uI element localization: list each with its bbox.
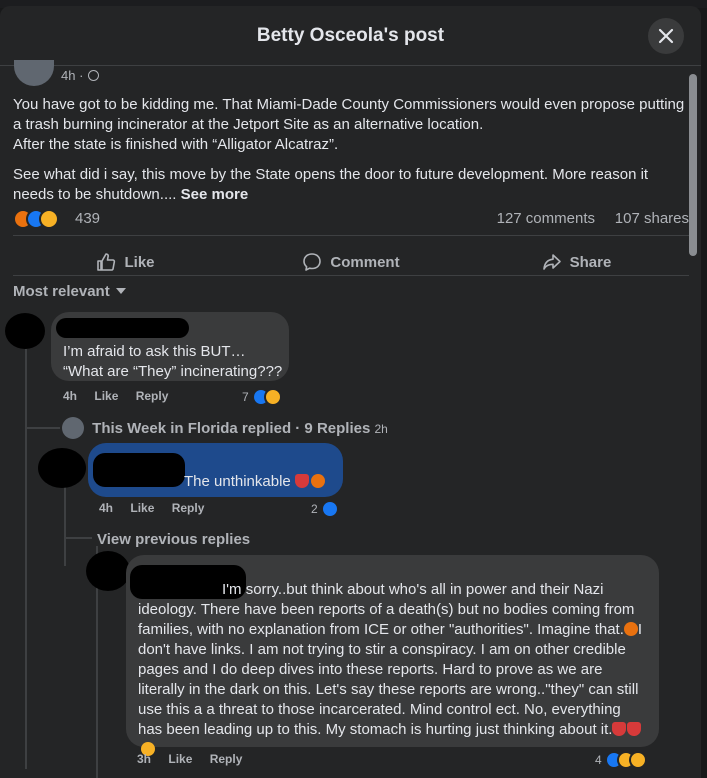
reply-bubble: The unthinkable bbox=[88, 443, 343, 497]
reply-time[interactable]: 4h bbox=[99, 501, 113, 515]
like-button[interactable]: Like bbox=[13, 242, 238, 282]
like-reaction-icon bbox=[321, 500, 340, 518]
thread-connector bbox=[64, 537, 92, 539]
broken-heart-icon bbox=[612, 722, 627, 736]
replied-time: 2h bbox=[374, 422, 388, 436]
reply-like-button[interactable]: Like bbox=[130, 501, 154, 515]
sad-reaction-icon bbox=[39, 209, 59, 229]
comment-time[interactable]: 4h bbox=[63, 389, 77, 403]
comment-button[interactable]: Comment bbox=[238, 242, 464, 282]
modal-header: Betty Osceola's post bbox=[0, 6, 701, 66]
share-button[interactable]: Share bbox=[464, 242, 689, 282]
comment-icon bbox=[303, 253, 322, 271]
comment-like-button[interactable]: Like bbox=[94, 389, 118, 403]
post-paragraph: After the state is finished with “Alliga… bbox=[13, 136, 339, 153]
post-modal: Betty Osceola's post 4h · You have got t… bbox=[0, 6, 701, 778]
redacted-name bbox=[56, 318, 189, 338]
comment-reaction-count: 7 bbox=[242, 390, 249, 404]
post-action-bar: Like Comment Share bbox=[13, 242, 689, 282]
see-more-link[interactable]: See more bbox=[181, 186, 249, 203]
broken-heart-icon bbox=[627, 722, 642, 736]
thread-line bbox=[64, 476, 66, 566]
reply-reaction-count: 4 bbox=[595, 753, 602, 767]
reply-reactions[interactable]: 2 bbox=[311, 500, 340, 518]
like-label: Like bbox=[124, 253, 155, 271]
modal-title: Betty Osceola's post bbox=[256, 25, 445, 46]
thumbs-up-icon bbox=[97, 253, 116, 271]
replied-label: This Week in Florida replied · 9 Replies bbox=[92, 420, 371, 437]
reaction-count[interactable]: 439 bbox=[75, 210, 100, 227]
reply-text: The unthinkable bbox=[184, 472, 325, 492]
reply-reaction-count: 2 bbox=[311, 502, 318, 516]
redacted-avatar[interactable] bbox=[38, 448, 86, 488]
post-body: You have got to be kidding me. That Miam… bbox=[13, 95, 693, 205]
comment-bubble: I’m afraid to ask this BUT… “What are “T… bbox=[51, 312, 289, 381]
close-icon bbox=[658, 28, 674, 44]
reply-reply-button[interactable]: Reply bbox=[172, 501, 205, 515]
shares-count[interactable]: 107 shares bbox=[615, 210, 689, 227]
sad-reaction-icon bbox=[264, 388, 283, 406]
comment-reactions[interactable]: 7 bbox=[242, 388, 283, 406]
reply-reply-button[interactable]: Reply bbox=[210, 752, 243, 766]
divider bbox=[13, 235, 689, 236]
comment-label: Comment bbox=[330, 253, 400, 271]
comment-text: I’m afraid to ask this BUT… “What are “T… bbox=[63, 343, 283, 380]
reply-actions: 4h Like Reply bbox=[99, 501, 218, 515]
share-icon bbox=[542, 254, 561, 270]
close-button[interactable] bbox=[648, 18, 684, 54]
thread-line bbox=[25, 349, 27, 769]
sort-label: Most relevant bbox=[13, 283, 110, 300]
thread-connector bbox=[26, 427, 60, 429]
chevron-down-icon bbox=[115, 288, 126, 294]
reply-time[interactable]: 3h bbox=[137, 752, 151, 766]
angry-face-icon bbox=[310, 474, 325, 488]
replies-summary[interactable]: This Week in Florida replied · 9 Replies… bbox=[62, 417, 388, 439]
reaction-summary: 439 127 comments 107 shares bbox=[13, 207, 691, 231]
reply-actions: 3h Like Reply bbox=[137, 752, 256, 766]
redacted-avatar[interactable] bbox=[86, 551, 130, 591]
divider bbox=[13, 275, 689, 276]
view-previous-replies-link[interactable]: View previous replies bbox=[97, 531, 250, 548]
post-paragraph: See what did i say, this move by the Sta… bbox=[13, 166, 649, 203]
comment-actions: 4h Like Reply bbox=[63, 389, 182, 403]
reply-like-button[interactable]: Like bbox=[168, 752, 192, 766]
page-avatar bbox=[62, 417, 84, 439]
poster-avatar[interactable] bbox=[14, 60, 54, 86]
reply-bubble: I'm sorry..but think about who's all in … bbox=[126, 555, 659, 756]
post-meta: 4h · bbox=[61, 68, 100, 83]
reply-text: I'm sorry..but think about who's all in … bbox=[138, 580, 648, 760]
post-paragraph: You have got to be kidding me. That Miam… bbox=[13, 96, 685, 133]
sad-reaction-icon bbox=[629, 751, 648, 769]
comment-reply-button[interactable]: Reply bbox=[136, 389, 169, 403]
redacted-name bbox=[93, 453, 185, 487]
post-time[interactable]: 4h · bbox=[61, 68, 83, 83]
reply-reactions[interactable]: 4 bbox=[595, 751, 648, 769]
broken-heart-icon bbox=[294, 474, 309, 488]
globe-icon bbox=[88, 70, 100, 81]
redacted-avatar[interactable] bbox=[5, 313, 45, 349]
comments-count[interactable]: 127 comments bbox=[497, 210, 595, 227]
sort-dropdown[interactable]: Most relevant bbox=[13, 283, 126, 300]
share-label: Share bbox=[569, 253, 612, 271]
angry-face-icon bbox=[623, 622, 638, 636]
